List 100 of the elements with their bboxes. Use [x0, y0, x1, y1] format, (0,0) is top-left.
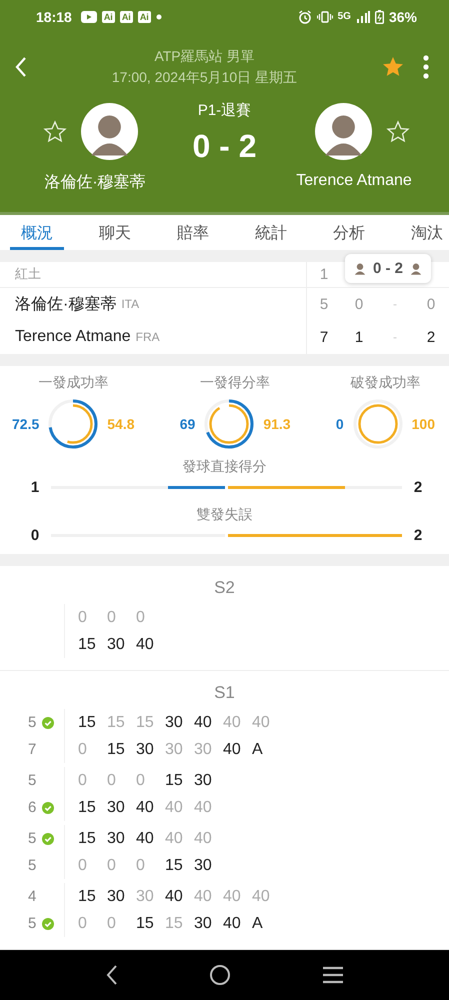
point-score: 15 [107, 740, 126, 758]
point-score: 40 [223, 914, 242, 932]
point-score: 40 [194, 830, 213, 848]
point-score: 15 [78, 636, 97, 654]
point-score: 0 [136, 856, 146, 874]
point-score: A [252, 914, 264, 932]
table-cell-text: 2 [426, 328, 436, 346]
home-icon[interactable] [209, 964, 232, 986]
game-score: 5 [28, 714, 37, 731]
back-icon[interactable] [105, 964, 120, 986]
battery-icon [374, 10, 384, 24]
check-icon [42, 802, 54, 814]
stat-label: 一發成功率 [38, 374, 108, 392]
match-date: 17:00, 2024年5月10日 星期五 [110, 68, 298, 88]
point-score: 15 [165, 856, 184, 874]
point-score: 30 [165, 740, 184, 758]
star-icon[interactable] [386, 120, 410, 144]
point-score: 40 [223, 740, 242, 758]
stat-label: 一發得分率 [200, 374, 270, 392]
table-cell-text: - [392, 297, 398, 312]
table-cell-text: 0 [426, 296, 436, 313]
point-score: 0 [78, 772, 88, 790]
game-score: 7 [28, 741, 37, 758]
point-score: 15 [78, 798, 97, 816]
stat-value: 1 [30, 478, 40, 496]
stat-value: 54.8 [107, 416, 134, 432]
point-score: 30 [107, 798, 126, 816]
tab[interactable]: 淘汰 [400, 214, 449, 250]
table-cell-text: 7 [318, 328, 330, 346]
point-score: 40 [165, 888, 184, 906]
match-status: P1-退賽 [198, 101, 252, 120]
tab[interactable]: 賠率 [166, 214, 220, 250]
point-score: 40 [223, 714, 242, 732]
stat-label: 破發成功率 [350, 374, 420, 392]
point-score: 0 [78, 608, 88, 626]
video-icon [80, 10, 97, 23]
stat-value: 0 [336, 416, 344, 432]
stat-value: 2 [412, 526, 424, 544]
network-label: 5G [338, 11, 351, 22]
point-score: 0 [107, 856, 117, 874]
dot-icon [156, 14, 162, 20]
point-score: 0 [78, 740, 88, 758]
stat-value: 0 [30, 526, 40, 544]
point-score: 30 [165, 714, 184, 732]
game-score: 5 [28, 915, 37, 932]
tab[interactable]: 聊天 [88, 214, 142, 250]
game-score: 5 [28, 830, 37, 847]
player-name: Terence Atmane [15, 328, 131, 346]
status-time: 18:18 [36, 8, 72, 25]
app-icon: Ai [102, 10, 115, 23]
stat-label: 雙發失誤 [196, 506, 254, 524]
match-score: 0 - 2 [192, 128, 257, 166]
match-title: ATP羅馬站 男單 [153, 47, 256, 66]
menu-icon[interactable] [322, 966, 344, 984]
badge-score: 0 - 2 [373, 260, 404, 277]
avatar-icon [314, 103, 372, 160]
more-icon[interactable] [423, 55, 429, 80]
point-score: 0 [107, 914, 117, 932]
table-cell-text: 1 [354, 328, 364, 346]
point-score: 40 [136, 636, 155, 654]
point-score: 40 [136, 798, 155, 816]
country-code: FRA [136, 330, 160, 344]
tab[interactable]: 統計 [244, 214, 298, 250]
point-score: 0 [107, 608, 117, 626]
battery-level: 36% [388, 8, 417, 25]
point-score: 15 [107, 714, 126, 732]
stat-label: 發球直接得分 [182, 458, 268, 476]
stat-value: 2 [412, 478, 424, 496]
point-score: 40 [165, 830, 184, 848]
game-score: 5 [28, 857, 37, 874]
point-score: 0 [136, 772, 146, 790]
point-score: 40 [194, 798, 213, 816]
alarm-icon [298, 10, 312, 24]
point-score: 30 [194, 856, 213, 874]
point-score: 30 [136, 888, 155, 906]
stat-value: 91.3 [263, 416, 291, 432]
point-score: 40 [252, 714, 271, 732]
set-title: S2 [213, 578, 236, 598]
point-score: 30 [194, 772, 213, 790]
point-score: 30 [107, 636, 126, 654]
country-code: ITA [121, 297, 140, 312]
point-score: 0 [136, 608, 146, 626]
avatar-icon [80, 103, 138, 160]
set-title: S1 [213, 683, 236, 703]
star-icon[interactable] [42, 120, 66, 144]
player-name: 洛倫佐·穆塞蒂 [44, 172, 146, 194]
ring-chart [352, 398, 404, 450]
point-score: 30 [107, 888, 126, 906]
game-score: 6 [28, 799, 37, 816]
point-score: 15 [165, 914, 184, 932]
game-score: 5 [28, 772, 37, 789]
check-icon [42, 918, 54, 930]
point-score: A [252, 740, 264, 758]
point-score: 40 [165, 798, 184, 816]
vibrate-icon [316, 10, 333, 23]
point-score: 15 [78, 714, 97, 732]
ring-chart [47, 398, 100, 450]
tab[interactable]: 分析 [322, 214, 376, 250]
table-cell-text: - [392, 330, 398, 344]
app-icon: Ai [138, 10, 151, 23]
